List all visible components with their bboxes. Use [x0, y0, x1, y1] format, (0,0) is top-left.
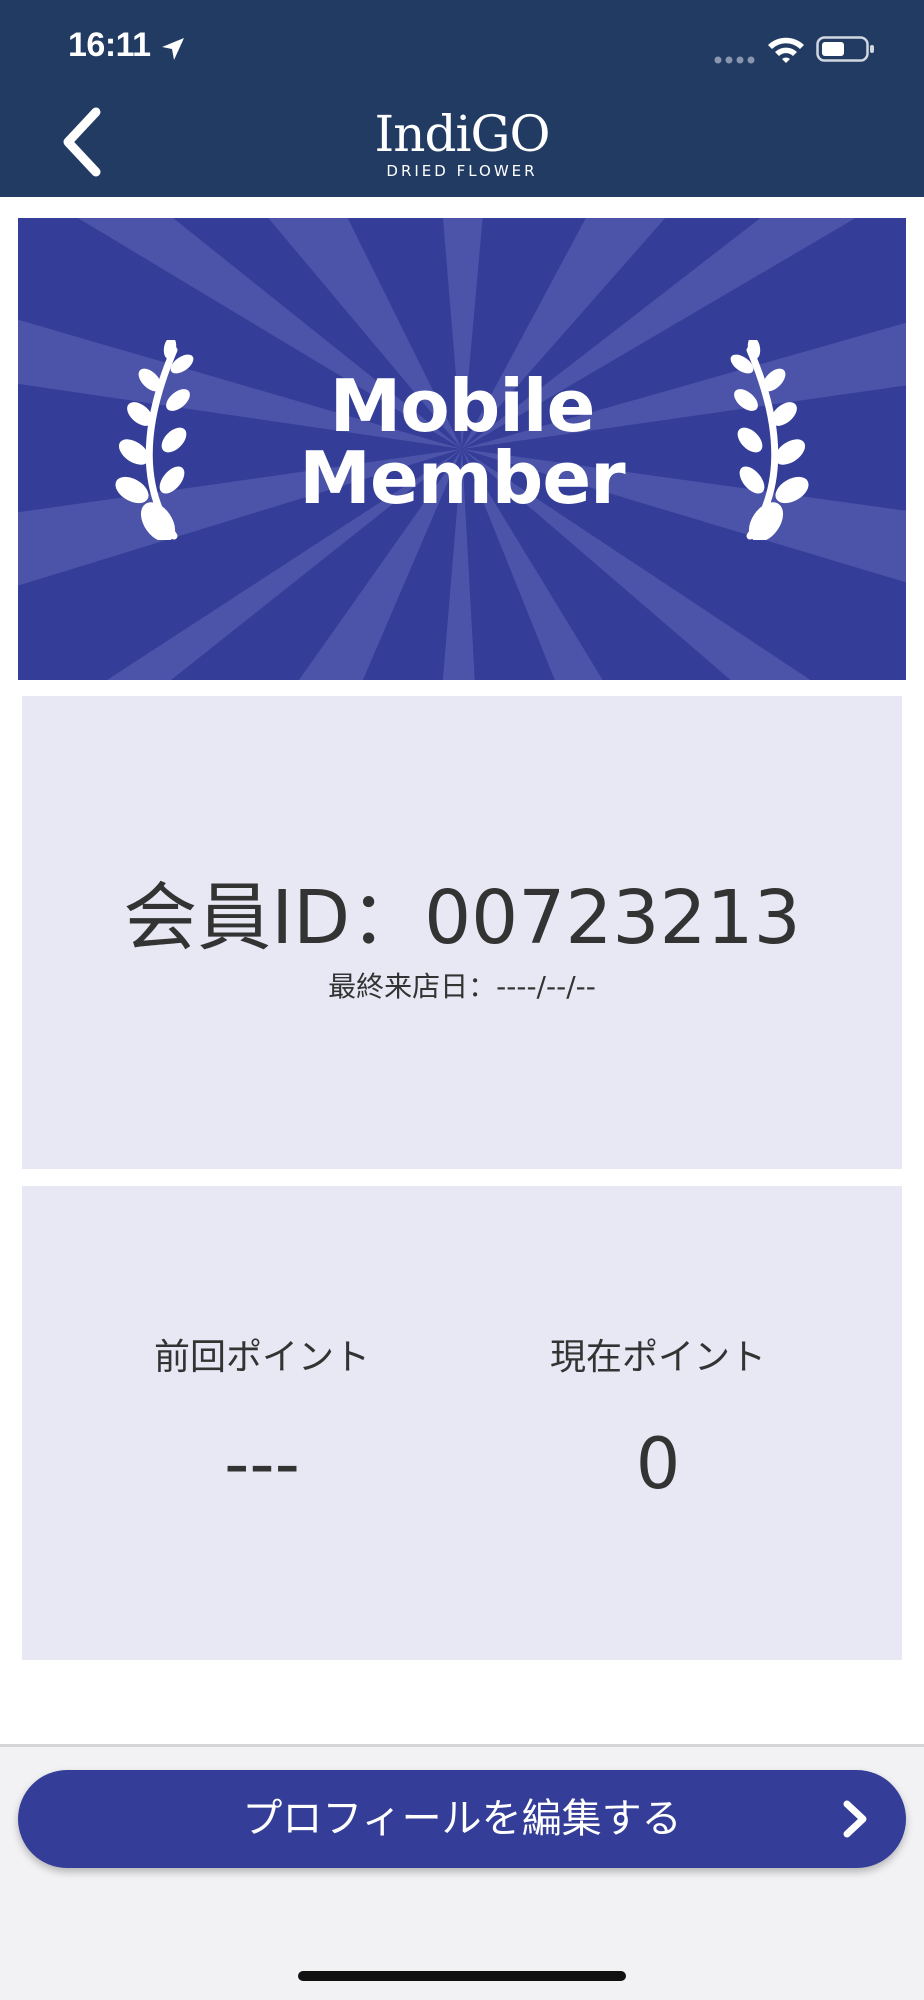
logo-sub-text: DRIED FLOWER [386, 162, 538, 180]
banner-title-line2: Member [299, 436, 625, 520]
points-card [22, 1186, 902, 1660]
member-screen: 16:11 IndiGO DRIED FLOWER Mobile Member … [0, 0, 924, 2000]
current-points-label: 現在ポイント [549, 1337, 766, 1378]
back-button[interactable] [56, 104, 126, 184]
banner-title-line1: Mobile [329, 364, 596, 448]
location-arrow-icon [162, 38, 184, 60]
member-id: 会員ID：00723213 [123, 875, 801, 961]
banner-title: Mobile Member [0, 370, 924, 514]
edit-profile-label: プロフィールを編集する [242, 1796, 682, 1842]
wifi-icon [768, 37, 804, 63]
status-time: 16:11 [68, 26, 151, 64]
app-header: 16:11 IndiGO DRIED FLOWER [0, 0, 924, 197]
battery-icon [816, 36, 874, 62]
brand-logo: IndiGO DRIED FLOWER [362, 106, 562, 186]
edit-profile-button[interactable]: プロフィールを編集する [18, 1770, 906, 1868]
logo-main-text: IndiGO [374, 105, 551, 163]
previous-points-value: --- [224, 1423, 300, 1505]
home-indicator [298, 1971, 626, 1981]
current-points-value: 0 [635, 1423, 681, 1505]
previous-points-label: 前回ポイント [153, 1337, 370, 1378]
cellular-signal-icon [714, 56, 755, 64]
last-visit-date: 最終来店日：----/--/-- [328, 970, 596, 1003]
chevron-right-icon [843, 1800, 867, 1838]
